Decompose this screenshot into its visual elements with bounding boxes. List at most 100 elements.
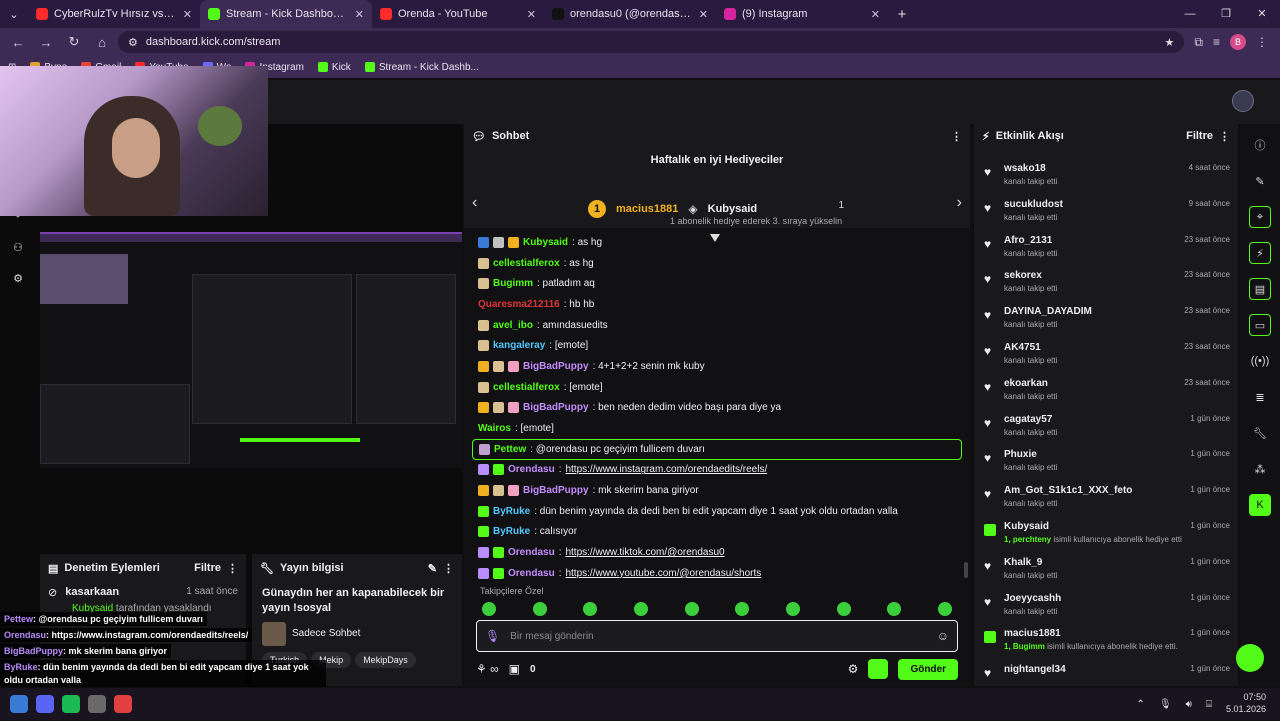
chat-username[interactable]: BigBadPuppy	[523, 402, 589, 413]
stack-icon[interactable]: ≣	[1249, 386, 1271, 408]
profile-avatar[interactable]: B	[1230, 34, 1246, 50]
tab-close-icon[interactable]: ✕	[699, 8, 708, 21]
discord-icon[interactable]	[36, 695, 54, 713]
gifters-next-icon[interactable]: ›	[957, 194, 962, 212]
tab-search-icon[interactable]: ⌄	[0, 8, 28, 21]
wrench-rail-icon[interactable]: 🔧︎	[1249, 422, 1271, 444]
back-icon[interactable]: ←	[6, 35, 30, 50]
tab-close-icon[interactable]: ✕	[355, 8, 364, 21]
activity-username[interactable]: Joeyycashh	[1004, 593, 1182, 604]
pencil-icon[interactable]: ✎	[1249, 170, 1271, 192]
activity-username[interactable]: Kubysaid	[1004, 521, 1182, 532]
reload-icon[interactable]: ↻	[62, 34, 86, 50]
tray-chevron-icon[interactable]: ⌃	[1137, 699, 1145, 710]
chat-username[interactable]: ByRuke	[493, 526, 530, 537]
activity-username[interactable]: macius1881	[1004, 628, 1182, 639]
chat-username[interactable]: Kubysaid	[523, 237, 568, 248]
new-tab-button[interactable]: +	[888, 6, 916, 23]
emote-icon[interactable]	[887, 602, 902, 616]
chat-link[interactable]: https://www.instagram.com/orendaedits/re…	[565, 464, 767, 475]
browser-tab[interactable]: (9) Instagram ✕	[716, 0, 888, 28]
browser-menu-icon[interactable]: ⋮	[1256, 35, 1268, 49]
top-gifter-name[interactable]: macius1881	[616, 203, 678, 215]
chat-menu-icon[interactable]: ⋮	[951, 130, 962, 143]
emote-icon[interactable]	[735, 602, 750, 616]
activity-username[interactable]: Afro_2131	[1004, 235, 1176, 246]
users-icon[interactable]: ⚇	[13, 241, 23, 254]
url-field[interactable]: ⚙ dashboard.kick.com/stream ★	[118, 31, 1185, 53]
activity-username[interactable]: sekorex	[1004, 270, 1176, 281]
chat-username[interactable]: kangaleray	[493, 340, 545, 351]
chat-rail-icon[interactable]: ▭	[1249, 314, 1271, 336]
site-info-icon[interactable]: ⚙	[128, 36, 138, 49]
forward-icon[interactable]: →	[34, 35, 58, 50]
restore-icon[interactable]: ❐	[1208, 0, 1244, 28]
gift-box-icon[interactable]: ▣	[509, 662, 520, 676]
volume-icon[interactable]: 🔊︎	[1186, 699, 1192, 710]
activity-username[interactable]: wsako18	[1004, 163, 1181, 174]
emote-icon[interactable]	[684, 602, 699, 616]
chat-username[interactable]: ByRuke	[493, 506, 530, 517]
activity-username[interactable]: Phuxie	[1004, 449, 1182, 460]
emote-icon[interactable]	[482, 602, 496, 616]
activity-username[interactable]: nightangel34	[1004, 664, 1182, 675]
tab-close-icon[interactable]: ✕	[183, 8, 192, 21]
activity-username[interactable]: DAYINA_DAYADIM	[1004, 306, 1176, 317]
tab-close-icon[interactable]: ✕	[527, 8, 536, 21]
activity-username[interactable]: cagatay57	[1004, 414, 1182, 425]
edit-icon[interactable]: ✎	[428, 562, 437, 575]
chat-username[interactable]: BigBadPuppy	[523, 361, 589, 372]
kick-rail-icon[interactable]: K	[1249, 494, 1271, 516]
emoji-icon[interactable]: ☺	[937, 629, 949, 643]
browser-tab[interactable]: Orenda - YouTube ✕	[372, 0, 544, 28]
app-icon[interactable]	[88, 695, 106, 713]
lightning-rail-icon[interactable]: ⚡︎	[1249, 242, 1271, 264]
microphone-icon[interactable]: 🎙︎	[485, 629, 500, 643]
media-icon[interactable]: ≡	[1213, 35, 1220, 49]
chat-settings-icon[interactable]: ⚙	[848, 662, 859, 676]
obs-icon[interactable]	[114, 695, 132, 713]
settings-icon[interactable]: ⚙	[13, 272, 23, 285]
info-icon[interactable]: ⓘ	[1249, 134, 1271, 156]
stream-info-menu-icon[interactable]: ⋮	[443, 562, 454, 575]
activity-menu-icon[interactable]: ⋮	[1219, 130, 1230, 143]
chat-username[interactable]: Orendasu	[508, 568, 555, 579]
tab-close-icon[interactable]: ✕	[871, 8, 880, 21]
activity-username[interactable]: Khalk_9	[1004, 557, 1182, 568]
points-icon[interactable]: ⚘ ∞	[476, 662, 499, 676]
chat-username[interactable]: Pettew	[494, 444, 526, 455]
emote-icon[interactable]	[583, 602, 598, 616]
chat-username[interactable]: Wairos	[478, 423, 511, 434]
kick-emote-button[interactable]	[868, 659, 889, 679]
mic-tray-icon[interactable]: 🎙︎	[1159, 699, 1172, 710]
bookmark-item[interactable]: Kick	[317, 62, 351, 73]
minimize-icon[interactable]: —	[1172, 0, 1208, 28]
share-icon[interactable]: ⁂	[1249, 458, 1271, 480]
extensions-icon[interactable]: ⧉	[1194, 35, 1203, 50]
activity-username[interactable]: sucukludost	[1004, 199, 1181, 210]
emote-icon[interactable]	[836, 602, 851, 616]
activity-username[interactable]: Am_Got_S1k1c1_XXX_feto	[1004, 485, 1182, 496]
browser-tab[interactable]: Stream - Kick Dashboard ✕	[200, 0, 372, 28]
broadcast-icon[interactable]: ((•))	[1249, 350, 1271, 372]
clock[interactable]: 07:50 5.01.2026	[1226, 692, 1266, 715]
chat-username[interactable]: BigBadPuppy	[523, 485, 589, 496]
user-avatar[interactable]	[1232, 90, 1254, 112]
chat-username[interactable]: Quaresma212116	[478, 299, 560, 310]
network-icon[interactable]: ⌸	[1206, 699, 1212, 710]
chat-username[interactable]: Bugimm	[493, 278, 533, 289]
close-window-icon[interactable]: ✕	[1244, 0, 1280, 28]
second-gifter-name[interactable]: Kubysaid	[708, 203, 758, 215]
browser-tab[interactable]: orendasu0 (@orendasu0) | TikT ✕	[544, 0, 716, 28]
activity-filter-button[interactable]: Filtre	[1186, 130, 1213, 142]
browser-tab[interactable]: CyberRulzTv Hırsız vs Polis Kom ✕	[28, 0, 200, 28]
moderation-filter-button[interactable]: Filtre	[194, 562, 221, 574]
emote-icon[interactable]	[633, 602, 648, 616]
chat-username[interactable]: avel_ibo	[493, 320, 533, 331]
chat-scrollbar[interactable]	[964, 562, 968, 578]
activity-username[interactable]: ekoarkan	[1004, 378, 1176, 389]
activity-username[interactable]: AK4751	[1004, 342, 1176, 353]
emote-icon[interactable]	[785, 602, 800, 616]
chat-username[interactable]: cellestialferox	[493, 258, 560, 269]
start-icon[interactable]	[10, 695, 28, 713]
